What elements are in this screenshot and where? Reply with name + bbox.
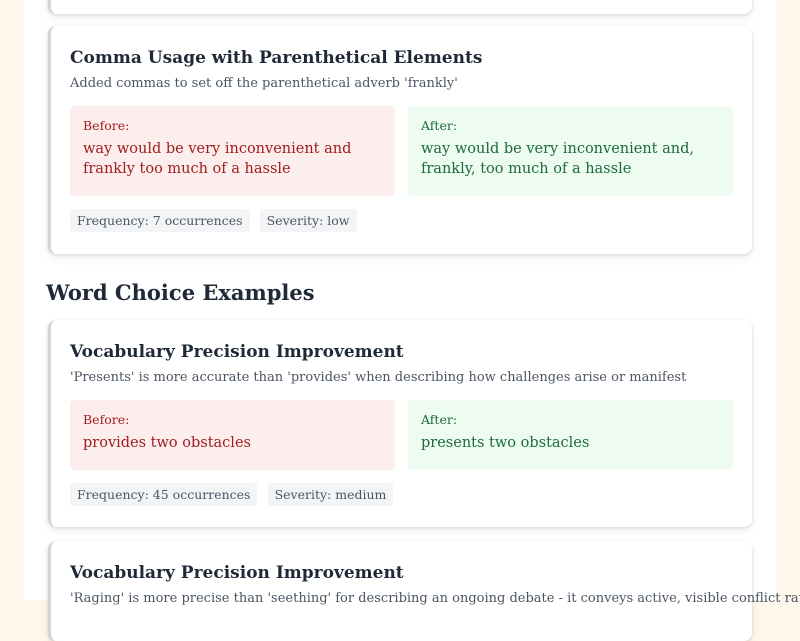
card-tags: Frequency: 45 occurrences Severity: medi… [70, 483, 398, 506]
vocabulary-card: Vocabulary Precision Improvement 'Presen… [48, 320, 752, 527]
after-example: After: presents two obstacles [408, 400, 733, 470]
after-label: After: [421, 412, 458, 427]
before-label: Before: [83, 412, 130, 427]
card-description: 'Raging' is more precise than 'seething'… [70, 591, 800, 606]
card-tags: Frequency: 7 occurrences Severity: low [70, 209, 362, 232]
before-text: way would be very inconvenient and frank… [83, 141, 352, 177]
content-page: Comma Usage with Parenthetical Elements … [24, 0, 800, 641]
card-title: Vocabulary Precision Improvement [70, 563, 404, 583]
after-label: After: [421, 118, 458, 133]
previous-card [48, 0, 752, 14]
card-title: Vocabulary Precision Improvement [70, 342, 404, 362]
before-example: Before: way would be very inconvenient a… [70, 106, 395, 196]
card-description: 'Presents' is more accurate than 'provid… [70, 370, 687, 385]
vocabulary-card-2: Vocabulary Precision Improvement 'Raging… [48, 541, 800, 641]
card-title: Comma Usage with Parenthetical Elements [70, 48, 483, 68]
frequency-badge: Frequency: 45 occurrences [70, 483, 258, 506]
before-label: Before: [83, 118, 130, 133]
after-text: way would be very inconvenient and, fran… [421, 141, 694, 177]
comma-usage-card: Comma Usage with Parenthetical Elements … [48, 26, 752, 254]
word-choice-heading: Word Choice Examples [46, 280, 315, 305]
severity-badge: Severity: medium [267, 483, 394, 506]
before-text: provides two obstacles [83, 435, 251, 451]
card-description: Added commas to set off the parenthetica… [70, 76, 458, 91]
after-text: presents two obstacles [421, 435, 590, 451]
frequency-badge: Frequency: 7 occurrences [70, 209, 250, 232]
before-example: Before: provides two obstacles [70, 400, 395, 470]
severity-badge: Severity: low [259, 209, 357, 232]
after-example: After: way would be very inconvenient an… [408, 106, 733, 196]
